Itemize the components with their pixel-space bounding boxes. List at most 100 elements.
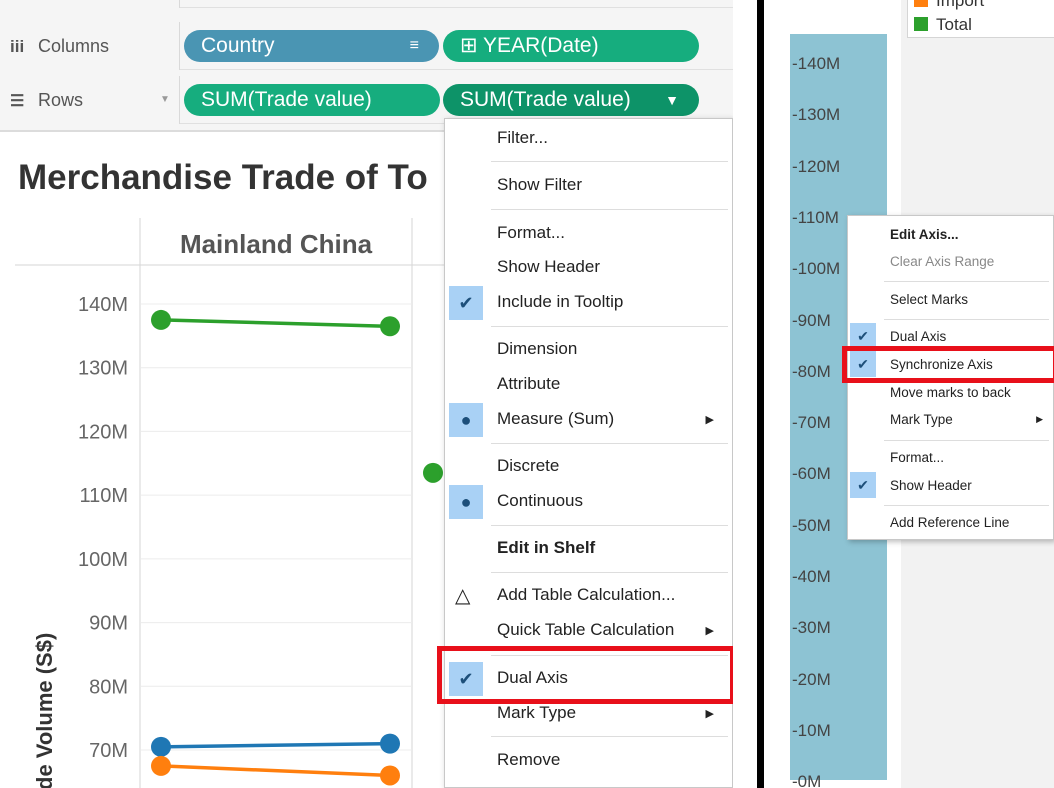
submenu-arrow-icon: ▶	[1036, 414, 1043, 424]
axis-tick-label: -100M	[792, 259, 841, 279]
menu-item-show-header[interactable]: Show Header	[445, 253, 732, 283]
legend-label: Total	[936, 15, 972, 34]
menu-separator	[491, 443, 728, 444]
menu-item-label: Measure (Sum)	[497, 409, 615, 428]
axis-tick-label: -70M	[792, 413, 831, 433]
menu-item-label: Quick Table Calculation	[497, 620, 675, 639]
menu-item-measure-sum[interactable]: ● Measure (Sum) ▶	[445, 403, 732, 437]
menu-item-format[interactable]: Format...	[445, 219, 732, 249]
color-legend: Import Total	[907, 0, 1054, 38]
checkmark-icon: ✔	[449, 286, 483, 320]
check-glyph: ✔	[458, 293, 474, 313]
axis-menu-item-add-reference-line[interactable]: Add Reference Line	[848, 511, 1053, 535]
axis-menu-item-edit-axis[interactable]: Edit Axis...	[848, 223, 1053, 247]
check-glyph: ●	[460, 492, 472, 512]
menu-item-show-filter[interactable]: Show Filter	[445, 171, 732, 201]
legend-item-total[interactable]: Total	[914, 15, 972, 35]
menu-separator	[491, 572, 728, 573]
menu-item-quick-table-calculation[interactable]: Quick Table Calculation ▶	[445, 616, 732, 646]
columns-icon: iii	[10, 37, 25, 56]
shelf-row-top	[0, 0, 733, 8]
axis-menu-item-clear-axis-range: Clear Axis Range	[848, 250, 1053, 274]
y-tick-label: 110M	[79, 485, 128, 507]
pane-header-mainland-china: Mainland China	[180, 229, 373, 259]
bullet-icon: ●	[449, 403, 483, 437]
menu-item-attribute[interactable]: Attribute	[445, 370, 732, 400]
sort-icon: ≡	[409, 37, 419, 54]
checkmark-icon: ✔	[850, 472, 876, 498]
menu-item-label: Mark Type	[890, 412, 953, 427]
menu-separator	[491, 209, 728, 210]
columns-label: Columns	[38, 36, 110, 56]
data-point	[380, 316, 400, 337]
y-tick-label: 80M	[89, 676, 128, 698]
trade-value-pill-1-label: SUM(Trade value)	[201, 88, 372, 111]
menu-item-label: Discrete	[497, 456, 560, 475]
viz-title: Merchandise Trade of To	[18, 158, 428, 197]
series-line	[160, 764, 391, 778]
highlight-synchronize-axis-box	[842, 346, 1054, 383]
data-point	[151, 309, 171, 330]
axis-menu-item-move-marks-to-back[interactable]: Move marks to back	[848, 381, 1053, 405]
rows-label: Rows	[38, 90, 84, 110]
menu-item-include-in-tooltip[interactable]: ✔ Include in Tooltip	[445, 286, 732, 320]
axis-tick-label: -90M	[792, 310, 831, 330]
axis-menu-item-mark-type[interactable]: Mark Type ▶	[848, 408, 1053, 432]
submenu-arrow-icon: ▶	[705, 708, 714, 720]
year-date-pill[interactable]: ⊞ YEAR(Date)	[443, 30, 699, 62]
axis-tick-label: -80M	[792, 361, 831, 381]
menu-item-label: Dimension	[497, 339, 578, 358]
menu-item-label: Show Header	[497, 257, 601, 276]
axis-tick-label: -130M	[792, 105, 841, 125]
menu-item-filter[interactable]: Filter...	[445, 124, 732, 154]
country-pill-label: Country	[201, 34, 275, 57]
menu-separator	[884, 281, 1049, 282]
menu-item-label: Edit in Shelf	[497, 538, 596, 557]
dropdown-caret-icon[interactable]: ▼	[665, 84, 679, 116]
menu-item-label: Attribute	[497, 374, 561, 393]
axis-tick-label: -50M	[792, 515, 831, 535]
y-axis-label: de Volume (S$)	[32, 633, 57, 788]
menu-item-discrete[interactable]: Discrete	[445, 452, 732, 482]
y-tick-label: 70M	[89, 740, 128, 762]
menu-item-continuous[interactable]: ● Continuous	[445, 485, 732, 519]
menu-item-remove[interactable]: Remove	[445, 746, 732, 776]
series-line	[160, 318, 391, 329]
rows-shelf: ☰ Rows ▼ SUM(Trade value) SUM(Trade valu…	[0, 76, 733, 124]
series-line	[160, 741, 391, 749]
axis-tick-label: -120M	[792, 156, 841, 176]
rows-shelf-label: ☰ Rows ▼	[0, 76, 180, 124]
legend-item-import[interactable]: Import	[914, 0, 984, 11]
check-glyph: ✔	[857, 477, 869, 493]
menu-item-edit-in-shelf[interactable]: Edit in Shelf	[445, 534, 732, 564]
menu-item-add-table-calculation[interactable]: △ Add Table Calculation...	[445, 581, 732, 611]
menu-item-label: Edit Axis...	[890, 227, 959, 242]
trade-value-pill-1[interactable]: SUM(Trade value)	[184, 84, 440, 116]
y-tick-label: 140M	[78, 294, 128, 316]
data-point	[380, 733, 400, 754]
menu-separator	[491, 736, 728, 737]
shelf-label-empty	[0, 0, 180, 8]
data-point	[151, 755, 171, 776]
columns-shelf-label: iii Columns	[0, 22, 180, 70]
menu-item-label: Show Header	[890, 478, 972, 493]
trade-value-pill-2[interactable]: SUM(Trade value) ▼	[443, 84, 699, 116]
legend-label: Import	[936, 0, 985, 10]
axis-panel: -140M -130M -120M -110M -100M -90M -80M -70M -60…	[764, 0, 1054, 788]
menu-item-label: Dual Axis	[890, 329, 947, 344]
submenu-arrow-icon: ▶	[705, 414, 714, 426]
separator-bar	[757, 0, 764, 788]
menu-item-label: Mark Type	[497, 703, 577, 722]
chevron-down-icon[interactable]: ▼	[160, 94, 170, 105]
menu-item-dimension[interactable]: Dimension	[445, 335, 732, 365]
axis-menu-item-show-header[interactable]: ✔ Show Header	[848, 472, 1053, 498]
menu-separator	[491, 161, 728, 162]
menu-item-label: Add Table Calculation...	[497, 585, 676, 604]
axis-menu-item-format[interactable]: Format...	[848, 446, 1053, 470]
legend-swatch	[914, 17, 928, 31]
menu-item-label: Format...	[497, 223, 566, 242]
data-point	[423, 462, 443, 483]
menu-item-label: Add Reference Line	[890, 515, 1010, 530]
axis-menu-item-select-marks[interactable]: Select Marks	[848, 288, 1053, 312]
country-pill[interactable]: Country ≡	[184, 30, 439, 62]
